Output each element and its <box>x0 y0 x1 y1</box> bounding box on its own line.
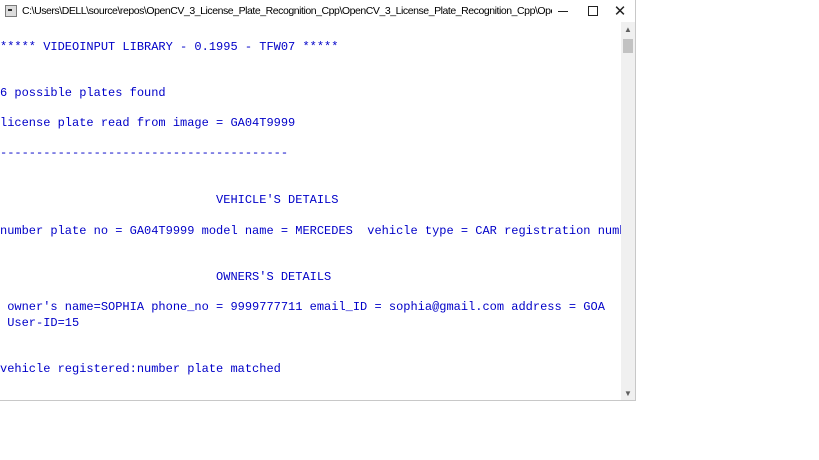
console-line-library: ***** VIDEOINPUT LIBRARY - 0.1995 - TFW0… <box>0 40 339 54</box>
close-icon: ✕ <box>613 3 627 20</box>
console-line-vehicle-details: number plate no = GA04T9999 model name =… <box>0 224 621 238</box>
console-line-user-id: User-ID=15 <box>0 316 80 330</box>
console-line-owner-details: owner's name=SOPHIA phone_no = 999977771… <box>0 300 605 314</box>
console-line-owner-header: OWNERS'S DETAILS <box>0 270 332 284</box>
minimize-button[interactable] <box>548 0 578 22</box>
console-line-vehicle-header: VEHICLE'S DETAILS <box>0 193 339 207</box>
title-bar[interactable]: C:\Users\DELL\source\repos\OpenCV_3_Lice… <box>0 0 635 22</box>
console-line-plates-found: 6 possible plates found <box>0 86 166 100</box>
scroll-up-arrow-icon[interactable]: ▲ <box>621 22 635 36</box>
maximize-button[interactable] <box>578 0 608 22</box>
maximize-icon <box>588 6 598 16</box>
vertical-scrollbar[interactable]: ▲ ▼ <box>621 22 635 400</box>
minimize-icon <box>558 10 568 12</box>
console-app-icon <box>5 5 17 17</box>
window-title: C:\Users\DELL\source\repos\OpenCV_3_Lice… <box>22 5 552 17</box>
console-output[interactable]: ***** VIDEOINPUT LIBRARY - 0.1995 - TFW0… <box>0 22 621 400</box>
console-line-plate-read: license plate read from image = GA04T999… <box>0 116 296 130</box>
close-button[interactable]: ✕ <box>605 0 635 22</box>
scrollbar-thumb[interactable] <box>623 39 633 53</box>
console-window: C:\Users\DELL\source\repos\OpenCV_3_Lice… <box>0 0 636 401</box>
console-line-registered: vehicle registered:number plate matched <box>0 362 281 376</box>
console-line-separator: ---------------------------------------- <box>0 146 289 160</box>
scroll-down-arrow-icon[interactable]: ▼ <box>621 386 635 400</box>
